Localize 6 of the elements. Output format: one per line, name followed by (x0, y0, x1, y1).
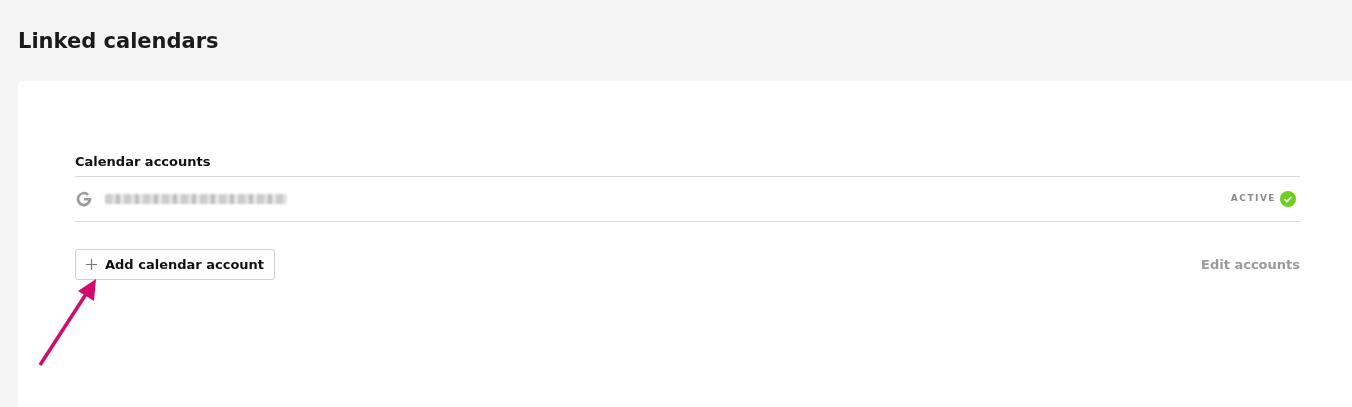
add-calendar-button[interactable]: Add calendar account (75, 248, 276, 281)
plus-icon (86, 258, 97, 270)
section-heading: Calendar accounts (75, 154, 1300, 177)
google-icon (75, 189, 93, 208)
status-label: ACTIVE (1230, 191, 1276, 205)
page-title: Linked calendars (17, 28, 220, 55)
